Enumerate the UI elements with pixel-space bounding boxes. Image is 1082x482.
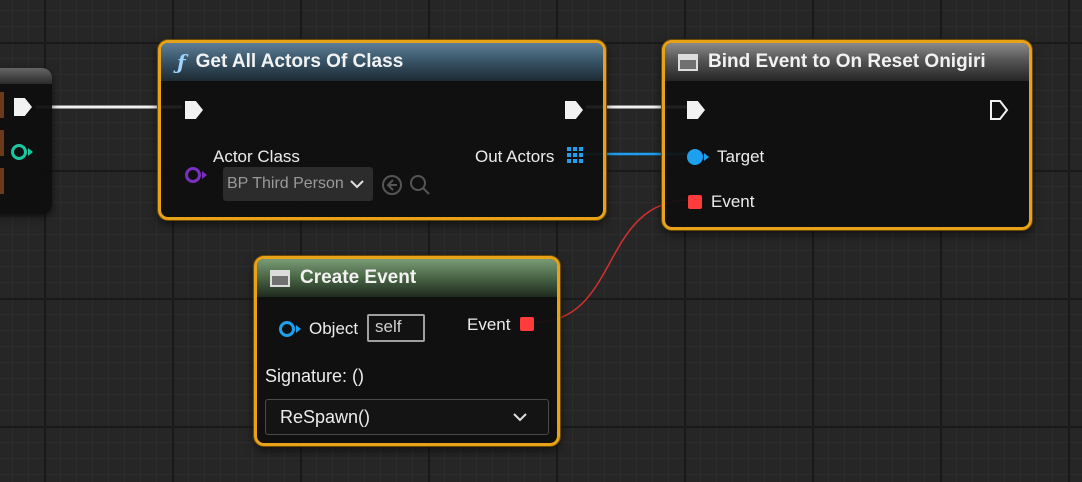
event-label: Event: [711, 192, 755, 211]
array-grid-icon[interactable]: [567, 147, 583, 163]
partial-node-header: [0, 68, 52, 84]
partial-node-left[interactable]: [0, 68, 52, 214]
chevron-down-icon: [513, 413, 527, 422]
node-title: Get All Actors Of Class: [195, 51, 404, 72]
exec-out-pin[interactable]: [565, 101, 583, 119]
exec-in-pin[interactable]: [687, 101, 705, 119]
node-bind-event[interactable]: Bind Event to On Reset Onigiri Target Ev…: [662, 40, 1032, 230]
node-header: Create Event: [257, 259, 557, 297]
actor-class-label: Actor Class: [213, 147, 300, 166]
object-label: Object: [309, 319, 359, 338]
exec-in-pin[interactable]: [185, 101, 203, 119]
node-header: ƒ Get All Actors Of Class: [161, 43, 603, 81]
node-create-event[interactable]: Create Event Object self Event Signature…: [254, 256, 560, 446]
function-value: ReSpawn(): [280, 406, 371, 427]
actor-class-pin-arrow: [202, 171, 207, 179]
object-pin-arrow: [296, 325, 301, 333]
partial-node-stripe-3: [0, 168, 4, 194]
node-get-all-actors-of-class[interactable]: ƒ Get All Actors Of Class Actor Class BP…: [158, 40, 606, 220]
function-icon: ƒ: [177, 50, 186, 74]
partial-node-delegate-out-pin[interactable]: [11, 144, 27, 160]
node-title: Bind Event to On Reset Onigiri: [708, 51, 986, 72]
target-pin[interactable]: [687, 149, 703, 165]
event-graph-icon: [678, 53, 698, 71]
partial-node-exec-out-pin[interactable]: [14, 98, 32, 116]
chevron-down-icon: [350, 180, 364, 189]
actor-class-dropdown[interactable]: BP Third Person: [223, 167, 373, 201]
object-input[interactable]: self: [367, 314, 425, 342]
object-pin[interactable]: [279, 321, 295, 337]
event-delegate-pin[interactable]: [688, 195, 702, 209]
node-title: Create Event: [300, 267, 417, 288]
event-out-label: Event: [467, 315, 511, 334]
actor-class-pin[interactable]: [185, 167, 201, 183]
function-dropdown[interactable]: ReSpawn(): [265, 399, 549, 435]
target-pin-arrow: [704, 153, 709, 161]
out-actors-label: Out Actors: [475, 147, 555, 166]
exec-out-pin[interactable]: [989, 99, 1009, 121]
event-out-pin[interactable]: [520, 317, 534, 331]
actor-class-value: BP Third Person: [227, 175, 344, 192]
partial-node-stripe-2: [0, 130, 4, 156]
partial-node-delegate-arrow: [28, 148, 33, 156]
target-label: Target: [717, 147, 765, 166]
partial-node-stripe-1: [0, 92, 4, 118]
search-icon[interactable]: [409, 174, 431, 196]
signature-label: Signature: (): [265, 366, 365, 386]
event-graph-icon: [270, 269, 290, 287]
node-header: Bind Event to On Reset Onigiri: [665, 43, 1029, 81]
use-selected-asset-icon[interactable]: [381, 174, 403, 196]
